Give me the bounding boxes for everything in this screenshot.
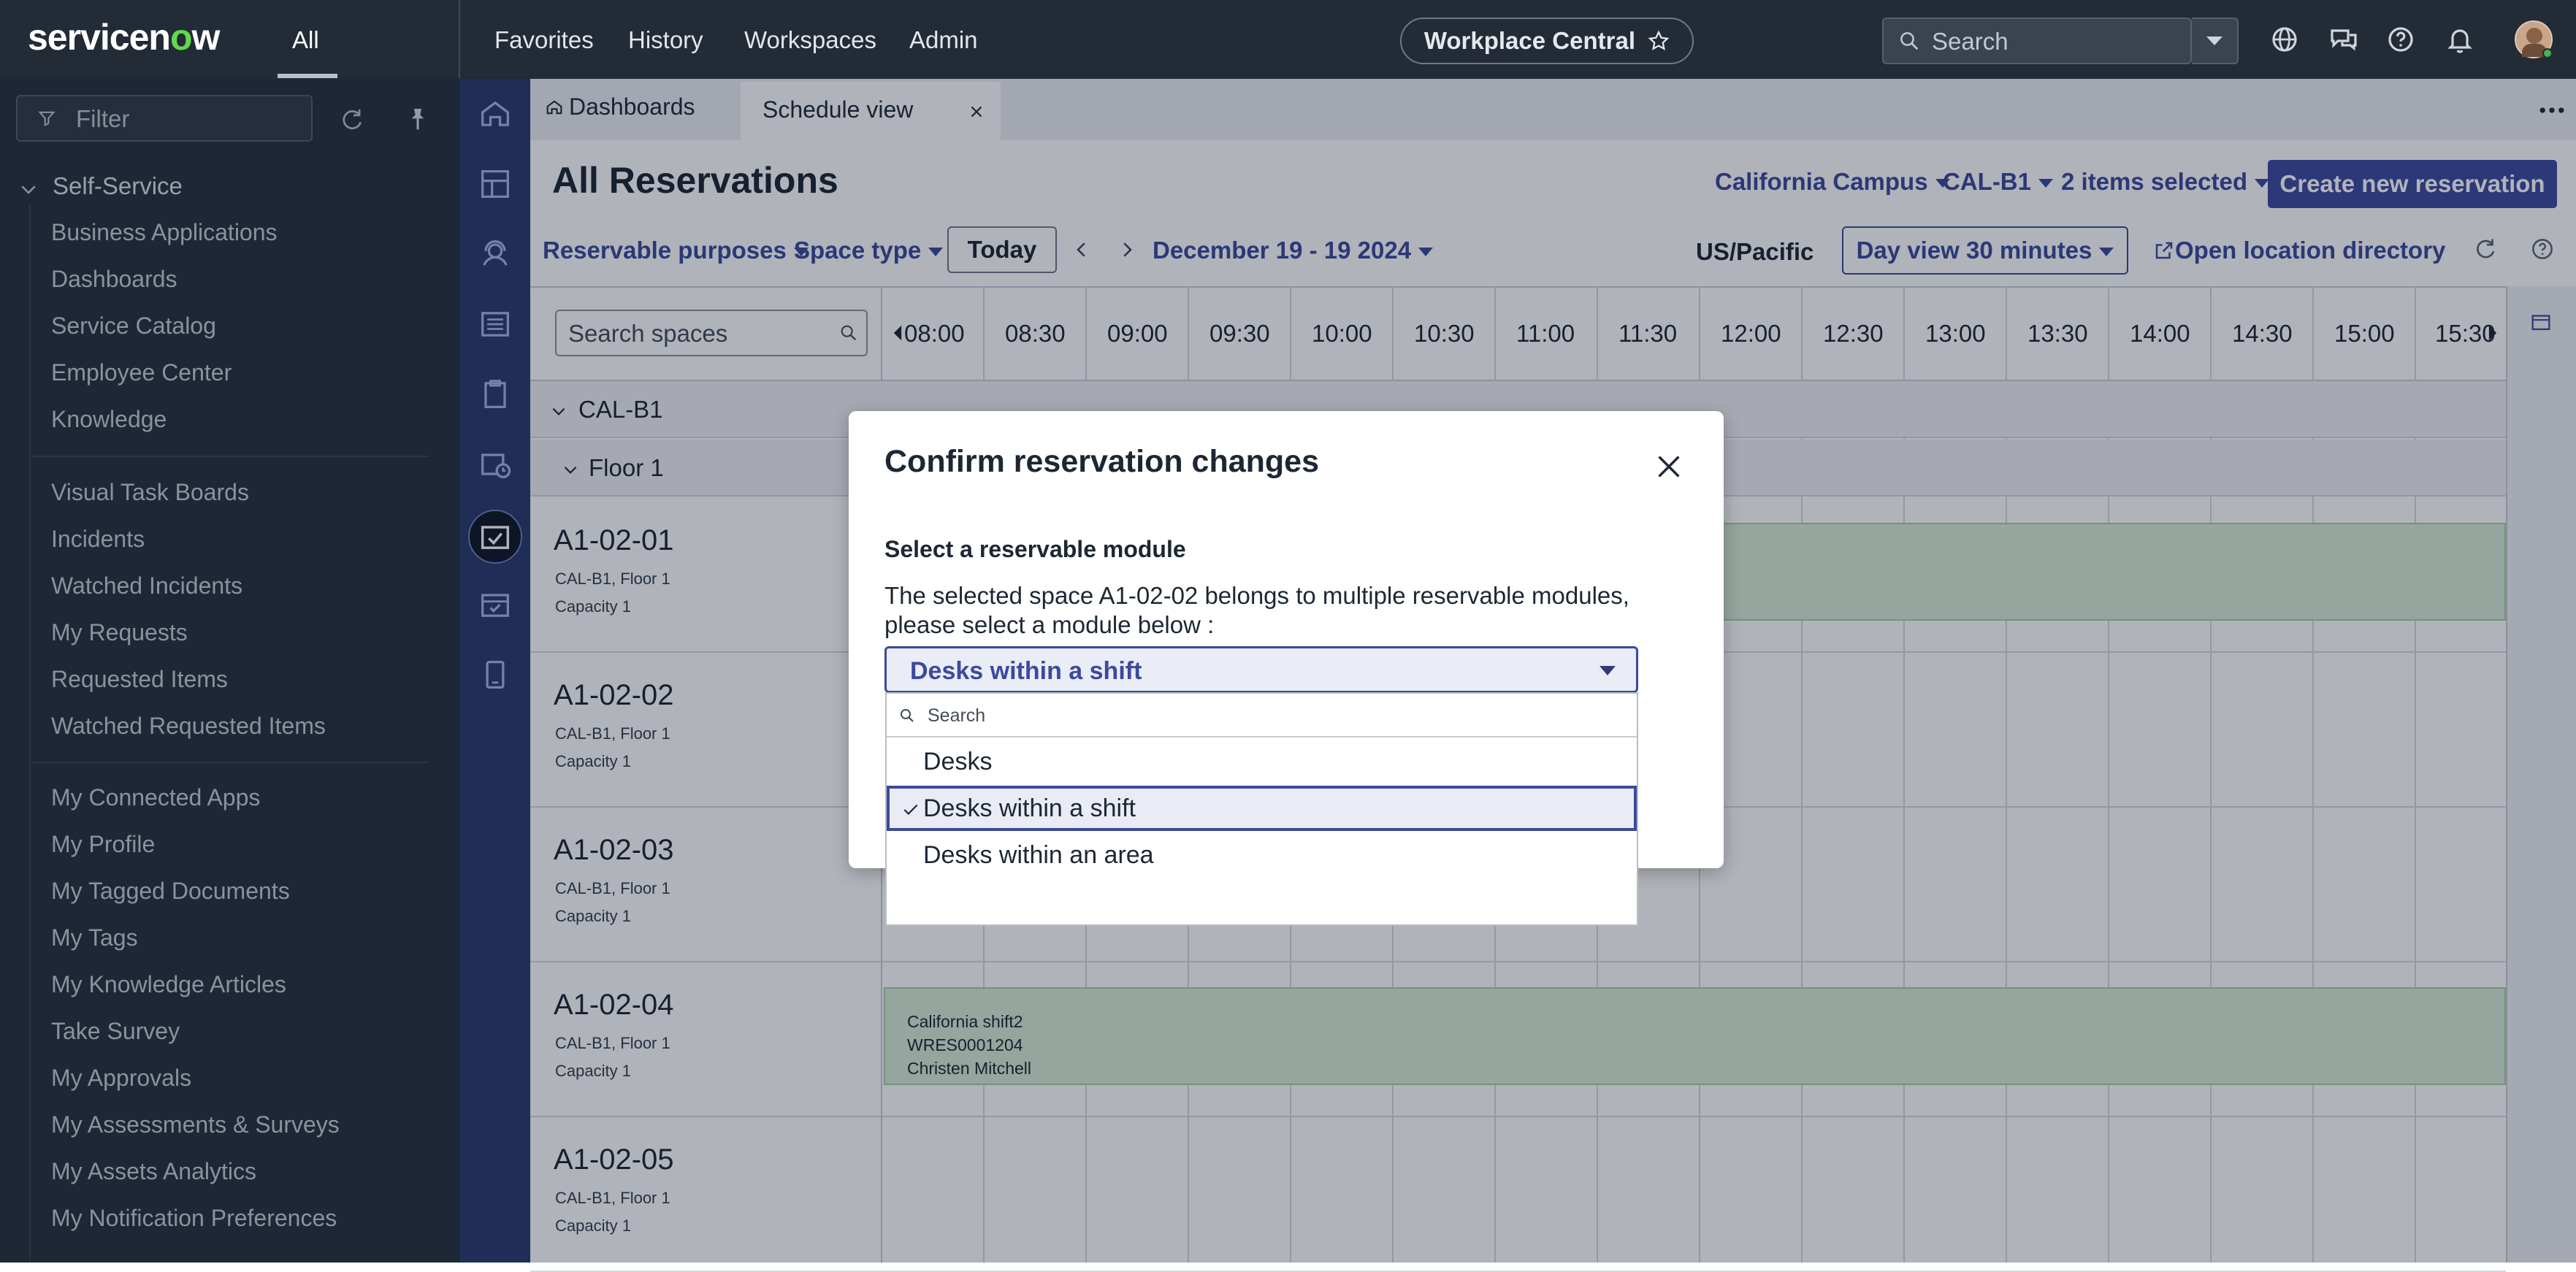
chevron-down-icon (1600, 666, 1616, 675)
selected-module-value: Desks within a shift (910, 657, 1142, 685)
module-option-label: Desks (923, 748, 993, 775)
reservable-module-select[interactable]: Desks within a shift (884, 646, 1638, 693)
module-select-description: The selected space A1-02-02 belongs to m… (884, 582, 1629, 638)
topbar-overlay (0, 0, 2576, 79)
dropdown-search-input[interactable]: Search (887, 694, 1637, 737)
module-option-desks-within-shift[interactable]: Desks within a shift (887, 786, 1637, 831)
module-option-desks[interactable]: Desks (887, 739, 1637, 784)
module-option-label: Desks within an area (923, 841, 1154, 869)
module-option-desks-within-area[interactable]: Desks within an area (887, 832, 1637, 878)
search-icon (901, 709, 914, 722)
dropdown-search-placeholder: Search (928, 705, 986, 726)
module-option-label: Desks within a shift (923, 794, 1136, 822)
dialog-title: Confirm reservation changes (884, 444, 1320, 479)
close-icon[interactable] (1652, 450, 1686, 483)
module-select-label: Select a reservable module (884, 536, 1186, 562)
checkmark-icon (903, 804, 918, 815)
